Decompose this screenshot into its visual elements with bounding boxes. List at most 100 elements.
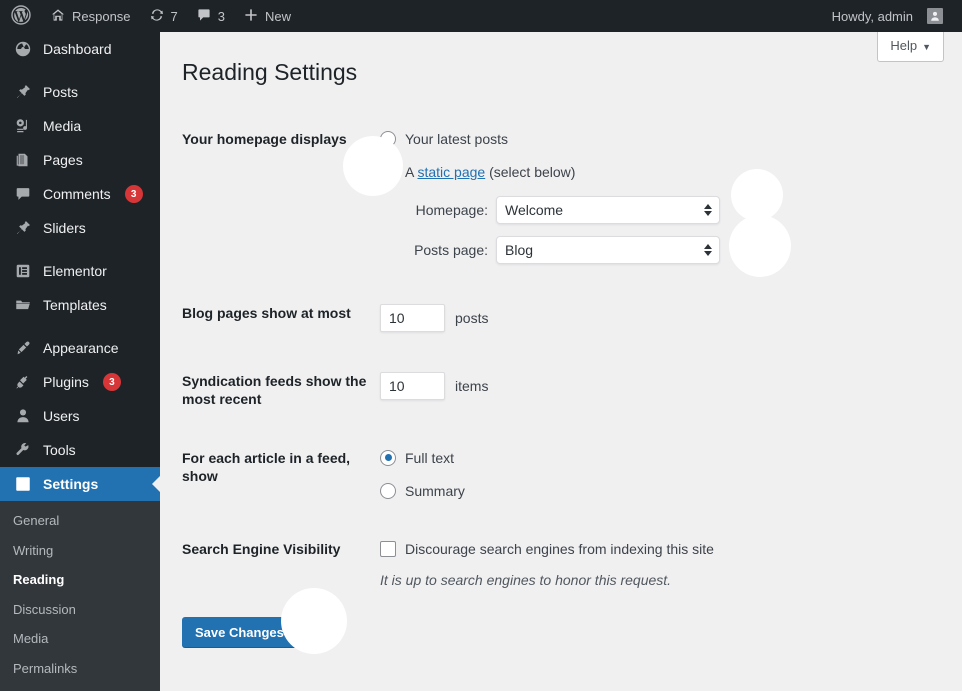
sidebar-item-plugins[interactable]: Plugins 3 bbox=[0, 365, 160, 399]
submenu-item-reading[interactable]: Reading bbox=[0, 565, 160, 595]
admin-sidebar: Dashboard Posts Media Pages Comments 3 S… bbox=[0, 32, 160, 691]
media-icon bbox=[13, 116, 33, 136]
posts-page-select[interactable]: Blog bbox=[496, 236, 720, 265]
sidebar-separator bbox=[0, 66, 160, 75]
site-name-label: Response bbox=[72, 8, 131, 24]
radio-latest-posts-label: Your latest posts bbox=[405, 130, 508, 147]
static-page-selectors: Homepage: Welcome Posts page: Blog bbox=[380, 196, 952, 265]
sidebar-item-label: Sliders bbox=[43, 220, 86, 236]
sidebar-item-label: Comments bbox=[43, 186, 111, 202]
static-page-link[interactable]: static page bbox=[417, 164, 485, 180]
settings-sliders-icon bbox=[13, 474, 33, 494]
sidebar-item-media[interactable]: Media bbox=[0, 109, 160, 143]
posts-page-field: Posts page: Blog bbox=[380, 236, 952, 265]
sidebar-item-dashboard[interactable]: Dashboard bbox=[0, 32, 160, 66]
sidebar-item-label: Plugins bbox=[43, 374, 89, 390]
sidebar-item-label: Templates bbox=[43, 297, 107, 313]
comment-bubble-icon bbox=[196, 7, 212, 26]
form-row-syndication: Syndication feeds show the most recent i… bbox=[160, 352, 962, 428]
sidebar-item-label: Appearance bbox=[43, 340, 119, 356]
save-changes-button[interactable]: Save Changes bbox=[182, 617, 297, 648]
plugins-badge: 3 bbox=[102, 373, 121, 391]
radio-static-page-input[interactable] bbox=[380, 164, 396, 181]
discourage-search-engines-checkbox[interactable] bbox=[380, 541, 396, 558]
radio-summary-input[interactable] bbox=[380, 482, 396, 499]
plug-icon bbox=[13, 372, 33, 392]
sidebar-item-label: Dashboard bbox=[43, 41, 112, 57]
comments-count: 3 bbox=[217, 8, 226, 24]
folder-icon bbox=[13, 295, 33, 315]
sidebar-item-label: Users bbox=[43, 408, 80, 424]
radio-static-page[interactable]: A static page (select below) bbox=[380, 163, 952, 181]
sidebar-item-elementor[interactable]: Elementor bbox=[0, 254, 160, 288]
submenu-item-general[interactable]: General bbox=[0, 506, 160, 536]
blog-pages-suffix: posts bbox=[455, 310, 489, 327]
homepage-field: Homepage: Welcome bbox=[380, 196, 952, 225]
comment-bubble-icon bbox=[13, 184, 33, 204]
sidebar-separator bbox=[0, 322, 160, 331]
sidebar-item-tools[interactable]: Tools bbox=[0, 433, 160, 467]
comments-button[interactable]: 3 bbox=[187, 0, 234, 32]
sidebar-item-appearance[interactable]: Appearance bbox=[0, 331, 160, 365]
home-icon bbox=[50, 7, 66, 26]
radio-latest-posts[interactable]: Your latest posts bbox=[380, 130, 952, 148]
updates-button[interactable]: 7 bbox=[140, 0, 187, 32]
sidebar-item-label: Tools bbox=[43, 442, 76, 458]
sidebar-separator bbox=[0, 245, 160, 254]
blog-pages-input[interactable] bbox=[380, 304, 445, 333]
pages-icon bbox=[13, 150, 33, 170]
sidebar-item-posts[interactable]: Posts bbox=[0, 75, 160, 109]
my-account-button[interactable]: Howdy, admin bbox=[823, 0, 952, 32]
radio-full-text-label: Full text bbox=[405, 449, 455, 466]
user-avatar-icon bbox=[927, 8, 943, 24]
wordpress-logo-icon bbox=[11, 4, 31, 28]
submenu-item-discussion[interactable]: Discussion bbox=[0, 595, 160, 625]
homepage-displays-label: Your homepage displays bbox=[182, 130, 347, 147]
radio-full-text[interactable]: Full text bbox=[380, 449, 952, 467]
submenu-item-permalinks[interactable]: Permalinks bbox=[0, 654, 160, 684]
wrench-icon bbox=[13, 440, 33, 460]
user-icon bbox=[13, 406, 33, 426]
main-content: Help ▼ Reading Settings Your homepage dis… bbox=[160, 32, 962, 687]
sidebar-item-label: Media bbox=[43, 118, 82, 134]
help-tab-label: Help bbox=[890, 38, 918, 53]
radio-latest-posts-input[interactable] bbox=[380, 130, 396, 147]
pin-icon bbox=[13, 82, 33, 102]
syndication-input[interactable] bbox=[380, 372, 445, 401]
sidebar-item-comments[interactable]: Comments 3 bbox=[0, 177, 160, 211]
site-name-button[interactable]: Response bbox=[41, 0, 140, 32]
settings-submenu: General Writing Reading Discussion Media… bbox=[0, 501, 160, 691]
admin-bar: Response 7 3 New Howdy, admin bbox=[0, 0, 962, 32]
sidebar-item-sliders[interactable]: Sliders bbox=[0, 211, 160, 245]
discourage-search-engines-label: Discourage search engines from indexing … bbox=[405, 541, 714, 558]
feed-article-label: For each article in a feed, show bbox=[182, 449, 351, 484]
chevron-down-icon: ▼ bbox=[922, 42, 931, 52]
sidebar-item-pages[interactable]: Pages bbox=[0, 143, 160, 177]
wordpress-logo-button[interactable] bbox=[0, 0, 41, 32]
new-content-button[interactable]: New bbox=[234, 0, 300, 32]
updates-count: 7 bbox=[170, 8, 178, 24]
submit-area: Save Changes bbox=[160, 609, 962, 648]
comments-badge: 3 bbox=[124, 185, 143, 203]
form-row-blog-pages: Blog pages show at most posts bbox=[160, 284, 962, 352]
submenu-item-media[interactable]: Media bbox=[0, 624, 160, 654]
form-row-homepage-displays: Your homepage displays Your latest posts… bbox=[160, 110, 962, 284]
dashboard-icon bbox=[13, 39, 33, 59]
page-title: Reading Settings bbox=[182, 59, 358, 85]
sidebar-item-templates[interactable]: Templates bbox=[0, 288, 160, 322]
radio-full-text-input[interactable] bbox=[380, 449, 396, 466]
sidebar-item-settings[interactable]: Settings bbox=[0, 467, 160, 501]
help-tab-button[interactable]: Help ▼ bbox=[877, 32, 944, 63]
discourage-search-engines-row[interactable]: Discourage search engines from indexing … bbox=[380, 540, 952, 558]
sidebar-item-label: Pages bbox=[43, 152, 83, 168]
updates-icon bbox=[149, 7, 165, 26]
form-row-feed-article: For each article in a feed, show Full te… bbox=[160, 429, 962, 520]
new-content-label: New bbox=[265, 8, 292, 24]
sidebar-item-users[interactable]: Users bbox=[0, 399, 160, 433]
homepage-select-label: Homepage: bbox=[415, 202, 488, 219]
radio-summary[interactable]: Summary bbox=[380, 482, 952, 500]
homepage-select[interactable]: Welcome bbox=[496, 196, 720, 225]
search-visibility-description: It is up to search engines to honor this… bbox=[380, 572, 672, 589]
radio-summary-label: Summary bbox=[405, 482, 465, 499]
submenu-item-writing[interactable]: Writing bbox=[0, 536, 160, 566]
